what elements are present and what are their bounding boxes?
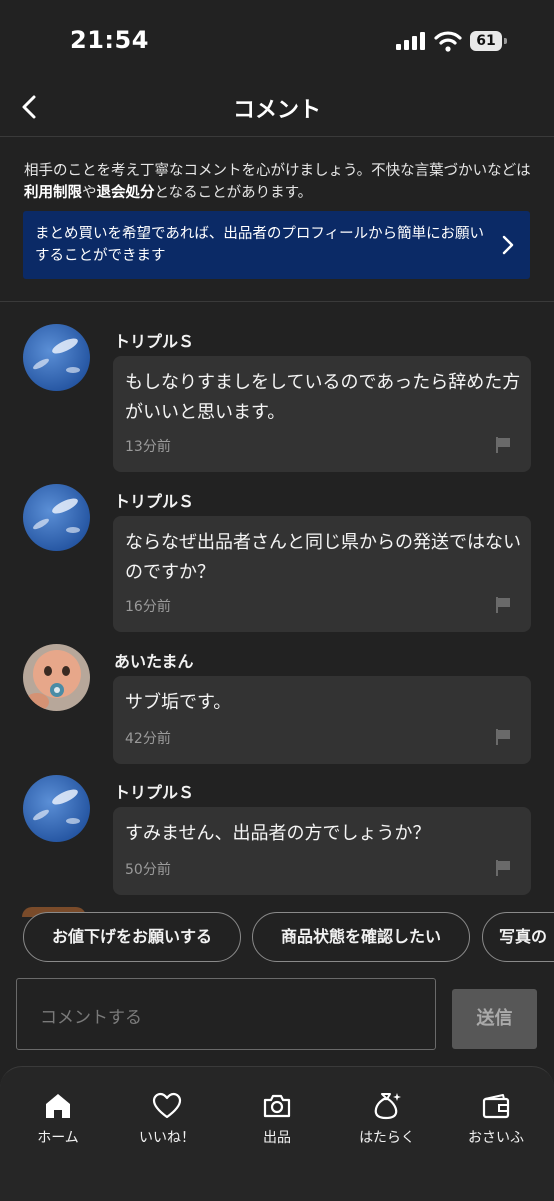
sky-avatar-image <box>23 324 90 391</box>
signal-icon <box>396 32 425 50</box>
bundle-purchase-banner[interactable]: まとめ買いを希望であれば、出品者のプロフィールから簡単にお願いすることができます <box>23 211 530 279</box>
notice-usage-restriction: 利用制限 <box>24 185 82 201</box>
flag-icon[interactable] <box>495 728 511 746</box>
status-bar: 21:54 61 <box>0 0 554 80</box>
comment-text: もしなりすましをしているのであったら辞めた方がいいと思います。 <box>125 372 521 423</box>
user-avatar[interactable] <box>23 644 90 711</box>
tab-likes[interactable]: いいね！ <box>112 1091 222 1147</box>
tab-bar: ホーム いいね！ 出品 はたらく おさいふ <box>0 1066 554 1201</box>
sky-avatar-image <box>23 775 90 842</box>
banner-text: まとめ買いを希望であれば、出品者のプロフィールから簡単にお願いすることができます <box>35 226 485 264</box>
comment-input[interactable]: コメントする <box>16 978 436 1050</box>
chip-photo[interactable]: 写真の <box>482 912 554 962</box>
nav-bar: コメント <box>0 80 554 137</box>
commenter-name: トリプルＳ <box>114 783 195 802</box>
flag-icon[interactable] <box>495 436 511 454</box>
comment-time: 13分前 <box>125 439 171 455</box>
tab-label: おさいふ <box>468 1130 524 1146</box>
comment-guideline-notice: 相手のことを考え丁寧なコメントを心がけましょう。不快な言葉づかいなどは利用制限や… <box>24 160 534 204</box>
tab-sell[interactable]: 出品 <box>222 1091 332 1147</box>
comment-text: ならなぜ出品者さんと同じ県からの発送ではないのですか？ <box>125 532 521 583</box>
comment-bubble: サブ垢です。 42分前 <box>113 676 531 764</box>
tab-label: 出品 <box>263 1130 291 1146</box>
divider <box>0 301 554 302</box>
commenter-name: トリプルＳ <box>114 332 195 351</box>
chip-check-condition[interactable]: 商品状態を確認したい <box>252 912 470 962</box>
battery-indicator: 61 <box>470 31 508 51</box>
page-title: コメント <box>232 98 321 123</box>
user-avatar[interactable] <box>23 775 90 842</box>
comment-text: すみません、出品者の方でしょうか？ <box>125 823 431 844</box>
quick-reply-chips: お値下げをお願いする 商品状態を確認したい 写真の <box>0 912 554 962</box>
tab-work[interactable]: はたらく <box>332 1091 442 1147</box>
tab-wallet[interactable]: おさいふ <box>441 1091 551 1147</box>
money-bag-icon <box>374 1093 401 1120</box>
send-button[interactable]: 送信 <box>452 989 537 1049</box>
tab-label: はたらく <box>359 1130 415 1146</box>
tab-label: いいね！ <box>139 1130 195 1146</box>
home-icon <box>46 1094 70 1118</box>
comment-time: 42分前 <box>125 731 171 747</box>
notice-text-2: や <box>82 185 97 201</box>
comment-input-placeholder: コメントする <box>40 1008 142 1028</box>
comment-time: 16分前 <box>125 599 171 615</box>
chevron-right-icon <box>502 235 514 255</box>
wallet-icon <box>482 1094 510 1119</box>
user-avatar[interactable] <box>23 324 90 391</box>
comment-text: サブ垢です。 <box>125 692 232 713</box>
flag-icon[interactable] <box>495 859 511 877</box>
chip-request-discount[interactable]: お値下げをお願いする <box>23 912 241 962</box>
tab-label: ホーム <box>37 1130 79 1146</box>
notice-text-3: となることがあります。 <box>154 185 313 201</box>
camera-icon <box>263 1094 291 1118</box>
notice-account-removal: 退会処分 <box>96 185 155 201</box>
status-time: 21:54 <box>70 26 149 54</box>
commenter-name: トリプルＳ <box>114 492 195 511</box>
flag-icon[interactable] <box>495 596 511 614</box>
comment-bubble: すみません、出品者の方でしょうか？ 50分前 <box>113 807 531 895</box>
sky-avatar-image <box>23 484 90 551</box>
battery-level: 61 <box>470 31 502 51</box>
notice-text-1: 相手のことを考え丁寧なコメントを心がけましょう。不快な言葉づかいなどは <box>24 163 531 179</box>
comment-bubble: ならなぜ出品者さんと同じ県からの発送ではないのですか？ 16分前 <box>113 516 531 632</box>
baby-avatar-image <box>23 644 90 711</box>
comment-bubble: もしなりすましをしているのであったら辞めた方がいいと思います。 13分前 <box>113 356 531 472</box>
tab-home[interactable]: ホーム <box>3 1091 113 1147</box>
wifi-icon <box>434 31 462 52</box>
heart-icon <box>152 1092 182 1119</box>
battery-tip <box>504 38 507 44</box>
user-avatar[interactable] <box>23 484 90 551</box>
comment-time: 50分前 <box>125 862 171 878</box>
commenter-name: あいたまん <box>114 652 194 671</box>
